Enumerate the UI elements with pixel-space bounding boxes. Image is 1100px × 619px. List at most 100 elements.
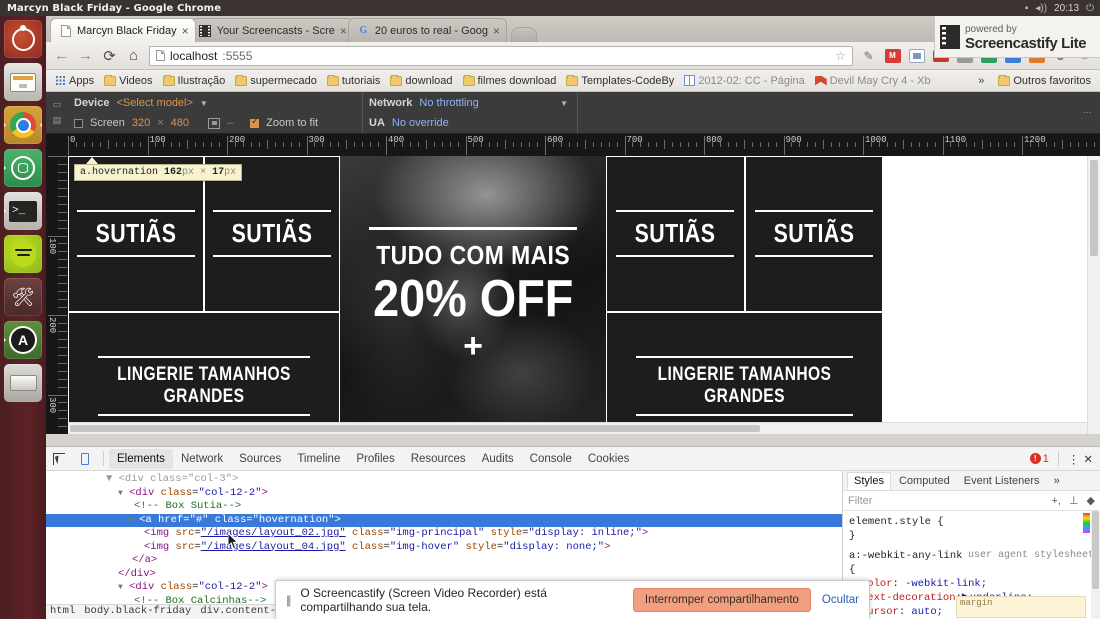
tile-lingerie-2[interactable]: LINGERIE TAMANHOS GRANDES	[606, 311, 883, 434]
screen-width-input[interactable]: 320	[132, 117, 150, 129]
page-info-icon[interactable]	[156, 50, 165, 61]
dom-line[interactable]: </div>	[46, 568, 842, 582]
error-badge[interactable]: ! 1	[1029, 453, 1049, 465]
device-mode-icon[interactable]: ▭	[53, 99, 62, 110]
bookmark-filmes-download[interactable]: filmes download	[460, 74, 560, 88]
breadcrumb-body[interactable]: body.black-friday	[84, 605, 191, 619]
m-extension-icon[interactable]: M	[884, 47, 901, 64]
tab-elements[interactable]: Elements	[109, 448, 173, 469]
drag-handle-icon[interactable]: |||	[286, 593, 292, 607]
dom-line-selected[interactable]: ▼ <a href="#" class="hovernation">	[46, 513, 842, 527]
tab-your-screencasts[interactable]: Your Screencasts - Scre ×	[189, 18, 354, 42]
dom-line[interactable]: ▼ <div class="col-12-2">	[46, 487, 842, 501]
back-icon[interactable]: ←	[53, 47, 70, 64]
bookmark-download[interactable]: download	[387, 74, 455, 88]
bookmarks-overflow-button[interactable]: »	[971, 75, 991, 87]
unity-launcher[interactable]: >_ 🛠 A	[0, 16, 46, 619]
pin-icon[interactable]: ⊥	[1069, 494, 1079, 507]
home-icon[interactable]: ⌂	[125, 47, 142, 64]
tab-audits[interactable]: Audits	[474, 449, 522, 469]
bookmark-supermecado[interactable]: supermecado	[232, 74, 320, 88]
tray-clock[interactable]: 20:13	[1054, 3, 1079, 14]
tab-cookies[interactable]: Cookies	[580, 449, 638, 469]
bookmark-ilustracao[interactable]: Ilustração	[160, 74, 229, 88]
tile-lingerie-1[interactable]: LINGERIE TAMANHOS GRANDES	[68, 311, 340, 434]
new-style-rule-icon[interactable]: +,	[1051, 495, 1060, 507]
tab-sources[interactable]: Sources	[231, 449, 289, 469]
devtools-close-icon[interactable]: ✕	[1083, 452, 1093, 466]
hide-infobar-button[interactable]: Ocultar	[822, 594, 859, 606]
tab-timeline[interactable]: Timeline	[289, 449, 348, 469]
tray-volume-icon[interactable]: ◂))	[1035, 3, 1047, 14]
tab-event-listeners[interactable]: Event Listeners	[958, 473, 1046, 489]
color-palette-icon[interactable]	[1083, 513, 1090, 533]
tile-sutias-3[interactable]: SUTIÃS	[606, 156, 745, 312]
tab-close-icon[interactable]: ×	[340, 25, 347, 37]
bookmark-star-icon[interactable]: ☆	[835, 49, 846, 63]
address-bar[interactable]: localhost:5555 ☆	[149, 45, 853, 66]
prop-value[interactable]: -webkit-link;	[905, 578, 987, 590]
rule-selector-element-style[interactable]: element.style {	[849, 515, 1094, 529]
window-extension-icon[interactable]	[908, 47, 925, 64]
ua-override-value[interactable]: No override	[392, 117, 449, 129]
scrollbar-thumb[interactable]	[1090, 160, 1098, 256]
bookmark-templates-codeby[interactable]: Templates-CodeBy	[563, 74, 677, 88]
tray-bluetooth-icon[interactable]: ▪	[1025, 3, 1029, 14]
page-vertical-scrollbar[interactable]	[1087, 156, 1100, 434]
emulation-more-icon[interactable]: ⋯	[1074, 92, 1100, 133]
chevron-down-icon[interactable]: ▼	[200, 99, 208, 108]
dom-line[interactable]: <img src="/images/layout_02.jpg" class="…	[46, 527, 842, 541]
new-tab-button[interactable]	[511, 27, 538, 42]
tab-styles[interactable]: Styles	[847, 472, 891, 490]
reload-icon[interactable]: ⟳	[101, 47, 118, 65]
scrollbar-thumb[interactable]	[70, 425, 760, 432]
tab-resources[interactable]: Resources	[403, 449, 474, 469]
dom-line[interactable]: </a>	[46, 554, 842, 568]
emulated-viewport[interactable]: SUTIÃS SUTIÃS LINGERIE TAMANHOS GRANDES …	[68, 156, 1100, 434]
launcher-item-chrome[interactable]	[4, 106, 42, 144]
screen-height-input[interactable]: 480	[171, 117, 189, 129]
pen-extension-icon[interactable]: ✎	[860, 47, 877, 64]
stop-sharing-button[interactable]: Interromper compartilhamento	[632, 588, 811, 612]
screen-icon[interactable]: ▤	[53, 115, 62, 126]
dom-line-comment[interactable]: <!-- Box Sutia-->	[46, 500, 842, 514]
chevron-down-icon[interactable]: ▼	[560, 99, 568, 108]
filter-input[interactable]: Filter	[848, 495, 872, 507]
tab-20-euros-to-real[interactable]: G 20 euros to real - Goog ×	[347, 18, 508, 42]
devtools-more-menu-icon[interactable]: ⋮	[1068, 452, 1080, 466]
launcher-item-spotify[interactable]	[4, 235, 42, 273]
tab-network[interactable]: Network	[173, 449, 231, 469]
launcher-item-terminal[interactable]: >_	[4, 192, 42, 230]
screen-checkbox[interactable]	[74, 118, 83, 128]
tab-profiles[interactable]: Profiles	[348, 449, 402, 469]
bookmark-videos[interactable]: Videos	[101, 74, 155, 88]
tab-close-icon[interactable]: ×	[493, 25, 500, 37]
bookmark-2012-02-cc[interactable]: 2012-02: CC - Página	[681, 74, 807, 88]
tab-marcyn-black-friday[interactable]: Marcyn Black Friday ×	[50, 18, 196, 42]
tray-power-icon[interactable]: ⏻	[1086, 3, 1094, 14]
element-state-icon[interactable]: ◆	[1087, 494, 1095, 507]
style-prop-color[interactable]: color: -webkit-link;	[849, 577, 1094, 591]
network-throttling-select[interactable]: No throttling	[419, 97, 478, 109]
dom-line[interactable]: <img src="/images/layout_04.jpg" class="…	[46, 541, 842, 555]
styles-scrollbar[interactable]	[1091, 511, 1100, 619]
other-bookmarks-folder[interactable]: Outros favoritos	[995, 74, 1094, 88]
launcher-item-tools[interactable]: 🛠	[4, 278, 42, 316]
rule-selector[interactable]: a:-webkit-any-link {	[849, 550, 962, 576]
bookmark-tutoriais[interactable]: tutoriais	[324, 74, 384, 88]
swap-dimensions-icon[interactable]	[208, 117, 221, 129]
device-toolbar-toggle-icon[interactable]	[72, 447, 98, 471]
page-horizontal-scrollbar[interactable]	[68, 422, 1087, 434]
scrollbar-thumb[interactable]	[1092, 511, 1099, 589]
zoom-to-fit-checkbox[interactable]	[250, 116, 260, 128]
hero-banner[interactable]: TUDO COM MAIS 20% OFF +	[340, 156, 606, 434]
styles-overflow-icon[interactable]: »	[1048, 473, 1066, 489]
launcher-item-software-updater[interactable]: A	[4, 321, 42, 359]
device-model-select[interactable]: <Select model>	[116, 97, 192, 109]
tab-close-icon[interactable]: ×	[182, 25, 189, 37]
breadcrumb-html[interactable]: html	[50, 605, 75, 619]
tab-console[interactable]: Console	[522, 449, 580, 469]
prop-value[interactable]: auto;	[911, 606, 943, 618]
inspect-element-icon[interactable]	[46, 447, 72, 471]
launcher-item-disk[interactable]	[4, 364, 42, 402]
